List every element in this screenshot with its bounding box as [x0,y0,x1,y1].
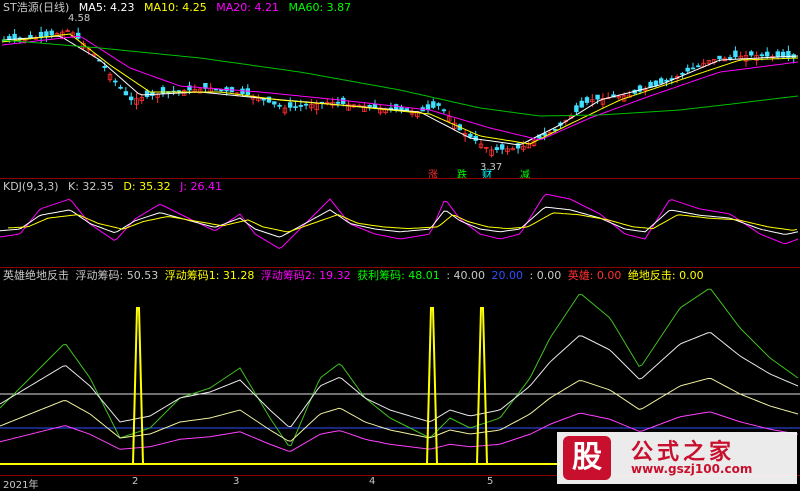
candle-body [123,91,129,96]
time-tick-may: 5 [487,476,494,487]
kdj-title: KDJ(9,3,3) [3,180,59,193]
candle-body [76,32,81,39]
candle-body [584,97,590,103]
candle-body [128,96,134,101]
hero-signal-value: 英雄: 0.00 [567,269,622,282]
candle-body [441,109,447,112]
candle-body [595,94,600,100]
candle-body [287,102,293,108]
level-0-value: : 0.00 [529,269,562,282]
profit-chip-value: 获利筹码: 48.01 [357,269,440,282]
candle-body [680,73,685,75]
candle-body [219,89,224,92]
kdj-j-value: J: 26.41 [180,180,223,193]
candle-body [727,57,733,59]
candle-body [431,101,436,108]
candle-body [685,67,690,72]
kdj-k-value: K: 32.35 [68,180,114,193]
candle-body [659,78,664,84]
kdj-d-value: D: 35.32 [123,180,171,193]
candle-body [574,105,579,113]
candle-body [717,55,722,60]
float-chip-value: 浮动筹码: 50.53 [75,269,159,282]
candle-body [733,50,738,58]
candle-body [499,144,505,150]
price-legend: ST浩源(日线) MA5: 4.23 MA10: 4.25 MA20: 4.21… [3,1,357,14]
counterattack-spike [426,307,438,465]
candle-body [298,105,303,107]
float-chip1-value: 浮动筹码1: 31.28 [164,269,255,282]
time-tick-mar: 3 [233,476,240,487]
high-price-label: 4.58 [68,13,91,24]
candle-body [293,106,298,108]
counterattack-value: 绝地反击: 0.00 [627,269,704,282]
stock-title: ST浩源(日线) [3,1,70,14]
candle-body [765,51,770,57]
level-20-value: 20.00 [491,269,524,282]
candle-body [425,104,431,110]
candle-body [113,80,118,83]
candle-body [303,103,309,106]
ma10-value: MA10: 4.25 [144,1,207,14]
float-chip-line [0,332,799,428]
time-tick-feb: 2 [132,476,139,487]
candle-body [240,88,245,95]
candle-body [494,147,500,151]
candle-body [393,104,399,110]
candle-body [150,91,155,96]
kdj-k-line [0,206,799,238]
counterattack-spike [476,307,488,465]
counterattack-spike [132,307,144,465]
ma60-value: MA60: 3.87 [288,1,352,14]
candle-body [648,81,653,88]
candle-body [277,104,282,107]
candle-body [372,103,378,108]
candle-body [144,90,150,98]
hero-title: 英雄绝地反击 [3,269,69,282]
candle-body [49,30,54,36]
price-panel[interactable]: ST浩源(日线) MA5: 4.23 MA10: 4.25 MA20: 4.21… [0,0,800,181]
candle-body [436,103,441,106]
candle-body [690,67,696,70]
price-chart[interactable] [0,0,800,178]
time-tick-apr: 4 [369,476,376,487]
candle-body [266,96,272,103]
candle-body [160,87,166,94]
kdj-j-line [0,193,799,249]
float-chip2-value: 浮动筹码2: 19.32 [260,269,351,282]
candle-body [102,66,107,68]
candle-body [44,31,49,37]
watermark-logo: 股 [563,436,611,480]
candle-body [579,100,584,108]
kdj-panel[interactable]: KDJ(9,3,3) K: 32.35 D: 35.32 J: 26.41 [0,179,800,267]
ma20-value: MA20: 4.21 [216,1,279,14]
hero-legend: 英雄绝地反击 浮动筹码: 50.53 浮动筹码1: 31.28 浮动筹码2: 1… [3,269,707,282]
candle-body [775,51,780,58]
watermark-url: www.gszj100.com [631,462,753,476]
candle-body [759,54,765,57]
level-40-value: : 40.00 [446,269,486,282]
candle-body [468,133,473,138]
candle-body [749,51,754,56]
candle-body [335,101,341,104]
candle-body [653,80,659,86]
candle-body [272,101,277,105]
candle-body [696,65,701,68]
site-watermark: 股 公式之家 www.gszj100.com [557,432,797,484]
candle-body [367,105,372,108]
kdj-legend: KDJ(9,3,3) K: 32.35 D: 35.32 J: 26.41 [3,180,228,193]
candle-body [664,79,669,82]
candle-body [118,86,123,89]
